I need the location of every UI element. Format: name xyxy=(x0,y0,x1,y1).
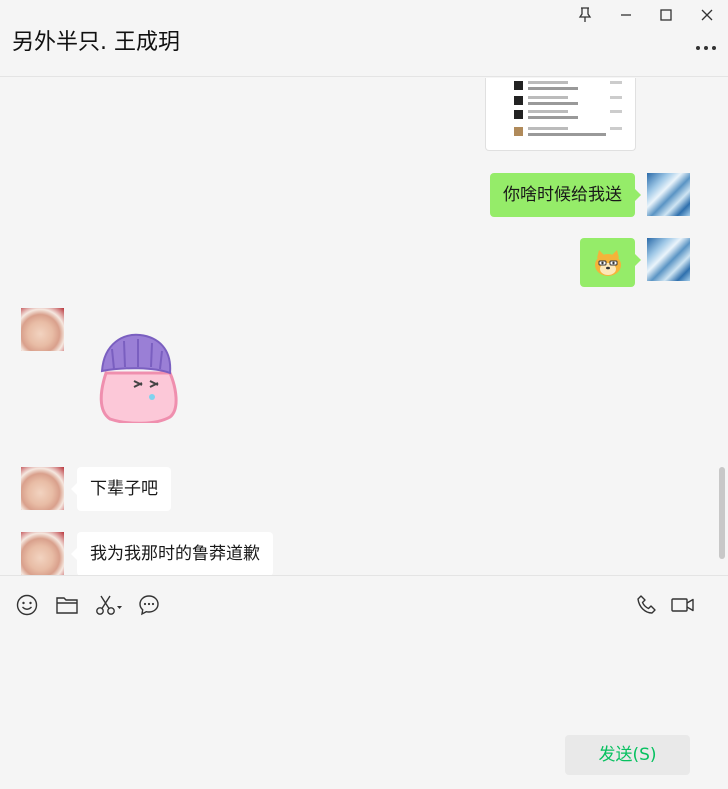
chat-bubble-icon[interactable] xyxy=(136,592,162,618)
avatar-self[interactable] xyxy=(647,238,690,281)
chat-area[interactable]: 你啥时候给我送 下辈子吧 我为我那时的鲁莽道歉 xyxy=(0,78,728,575)
avatar-other[interactable] xyxy=(21,308,64,351)
message-text: 你啥时候给我送 xyxy=(503,185,622,205)
avatar-other[interactable] xyxy=(21,467,64,510)
pink-blob-sticker[interactable] xyxy=(94,331,182,423)
avatar-other[interactable] xyxy=(21,532,64,575)
send-button[interactable]: 发送(S) xyxy=(565,735,690,775)
avatar-self[interactable] xyxy=(647,173,690,216)
video-call-icon[interactable] xyxy=(669,592,697,618)
doge-emoji xyxy=(594,249,621,276)
message-bubble-self-emoji[interactable] xyxy=(580,238,641,287)
more-icon[interactable] xyxy=(694,38,718,58)
chat-title: 另外半只. 王成玥 xyxy=(12,30,180,55)
input-area[interactable]: 发送(S) xyxy=(0,575,728,789)
folder-icon[interactable] xyxy=(54,592,80,618)
close-icon[interactable] xyxy=(696,4,718,26)
pin-icon[interactable] xyxy=(574,4,596,26)
chat-scrollbar[interactable] xyxy=(719,467,725,559)
maximize-icon[interactable] xyxy=(655,4,677,26)
message-bubble-other[interactable]: 我为我那时的鲁莽道歉 xyxy=(71,532,273,575)
message-bubble-other[interactable]: 下辈子吧 xyxy=(71,467,171,511)
message-text: 我为我那时的鲁莽道歉 xyxy=(90,544,260,564)
message-text: 下辈子吧 xyxy=(90,479,158,499)
title-bar: 另外半只. 王成玥 xyxy=(0,0,728,77)
minimize-icon[interactable] xyxy=(615,4,637,26)
screenshot-message[interactable] xyxy=(485,78,636,151)
phone-icon[interactable] xyxy=(634,592,660,618)
scissors-icon[interactable] xyxy=(94,592,124,618)
emoji-icon[interactable] xyxy=(14,592,40,618)
message-bubble-self[interactable]: 你啥时候给我送 xyxy=(490,173,641,217)
